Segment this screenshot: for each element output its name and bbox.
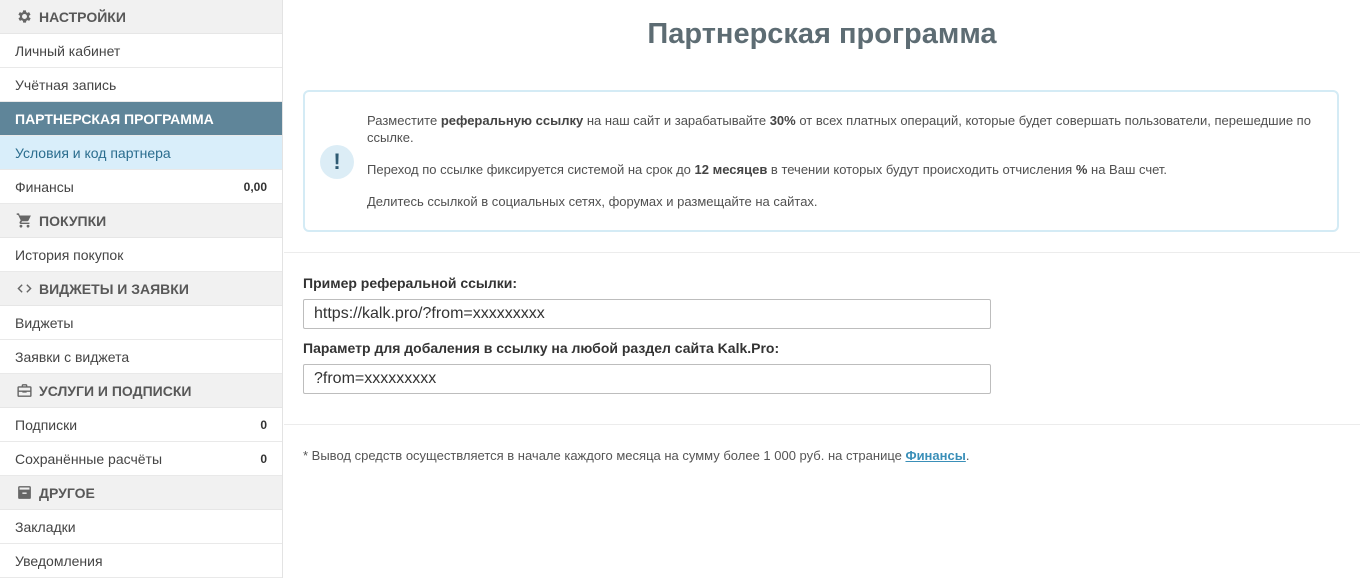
info-paragraph-2: Переход по ссылке фиксируется системой н… (367, 162, 1168, 177)
sidebar-item-label: Условия и код партнера (15, 144, 171, 161)
sidebar-item-label: Сохранённые расчёты (15, 450, 162, 467)
divider (284, 424, 1360, 425)
info-text: Разместите реферальную ссылку на наш сай… (367, 112, 1322, 225)
info-box: ! Разместите реферальную ссылку на наш с… (303, 90, 1339, 232)
param-label: Параметр для добаления в ссылку на любой… (303, 340, 780, 356)
sidebar-section-widgets-title: ВИДЖЕТЫ И ЗАЯВКИ (39, 280, 189, 297)
sidebar-item-subscriptions[interactable]: Подписки 0 (0, 408, 282, 442)
ref-link-label: Пример реферальной ссылки: (303, 275, 518, 291)
finances-link[interactable]: Финансы (905, 448, 965, 463)
info-paragraph-1: Разместите реферальную ссылку на наш сай… (367, 113, 1311, 145)
main-content: Партнерская программа ! Разместите рефер… (284, 0, 1360, 578)
withdrawal-note: * Вывод средств осуществляется в начале … (303, 448, 970, 463)
sidebar-section-widgets: ВИДЖЕТЫ И ЗАЯВКИ (0, 272, 282, 306)
sidebar-item-widgets[interactable]: Виджеты (0, 306, 282, 340)
sidebar-item-personal[interactable]: Личный кабинет (0, 34, 282, 68)
sidebar-item-label: Заявки с виджета (15, 348, 130, 365)
sidebar-item-label: Закладки (15, 518, 76, 535)
sidebar-section-services-title: УСЛУГИ И ПОДПИСКИ (39, 382, 192, 399)
sidebar-item-label: Финансы (15, 178, 74, 195)
sidebar-item-notifications[interactable]: Уведомления (0, 544, 282, 578)
gear-icon (15, 8, 33, 26)
code-icon (15, 280, 33, 298)
briefcase-icon (15, 382, 33, 400)
sidebar-section-services: УСЛУГИ И ПОДПИСКИ (0, 374, 282, 408)
cart-icon (15, 212, 33, 230)
sidebar-item-label: Уведомления (15, 552, 103, 569)
sidebar-section-settings-title: НАСТРОЙКИ (39, 8, 126, 25)
sidebar-section-other: ДРУГОЕ (0, 476, 282, 510)
sidebar: НАСТРОЙКИ Личный кабинет Учётная запись … (0, 0, 283, 578)
sidebar-item-label: Подписки (15, 416, 78, 433)
sidebar-item-label: Учётная запись (15, 76, 117, 93)
sidebar-item-finances[interactable]: Финансы 0,00 (0, 170, 282, 204)
ref-link-field[interactable] (303, 299, 991, 329)
finances-balance: 0,00 (243, 179, 267, 194)
divider (284, 252, 1360, 253)
param-field[interactable] (303, 364, 991, 394)
sidebar-item-saved[interactable]: Сохранённые расчёты 0 (0, 442, 282, 476)
info-paragraph-3: Делитесь ссылкой в социальных сетях, фор… (367, 194, 818, 209)
sidebar-section-purchases-title: ПОКУПКИ (39, 212, 107, 229)
page-title: Партнерская программа (647, 18, 997, 50)
sidebar-section-purchases: ПОКУПКИ (0, 204, 282, 238)
sidebar-item-label: Виджеты (15, 314, 74, 331)
sidebar-section-other-title: ДРУГОЕ (39, 484, 95, 501)
sidebar-section-settings: НАСТРОЙКИ (0, 0, 282, 34)
subscriptions-count: 0 (260, 417, 267, 432)
saved-count: 0 (260, 451, 267, 466)
sidebar-item-history[interactable]: История покупок (0, 238, 282, 272)
sidebar-item-requests[interactable]: Заявки с виджета (0, 340, 282, 374)
sidebar-item-account[interactable]: Учётная запись (0, 68, 282, 102)
exclamation-icon: ! (320, 145, 354, 179)
sidebar-section-partner[interactable]: ПАРТНЕРСКАЯ ПРОГРАММА (0, 102, 282, 136)
sidebar-item-label: История покупок (15, 246, 124, 263)
sidebar-section-partner-title: ПАРТНЕРСКАЯ ПРОГРАММА (15, 110, 214, 127)
sidebar-item-label: Личный кабинет (15, 42, 121, 59)
sidebar-item-terms[interactable]: Условия и код партнера (0, 136, 282, 170)
archive-icon (15, 484, 33, 502)
sidebar-item-bookmarks[interactable]: Закладки (0, 510, 282, 544)
